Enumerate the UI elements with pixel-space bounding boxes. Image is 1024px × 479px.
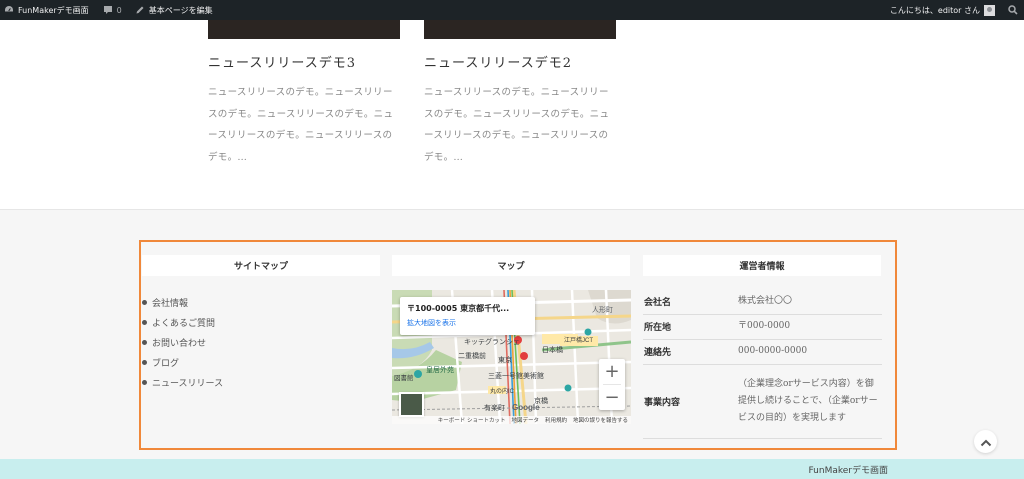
operator-info-table: 会社名 株式会社〇〇 所在地 〒000-0000 連絡先 000-0000-00… <box>643 289 882 439</box>
sitemap-item[interactable]: ニュースリリース <box>142 372 223 392</box>
map-address: 〒100-0005 東京都千代... <box>407 304 510 313</box>
admin-search-button[interactable] <box>1000 0 1024 20</box>
comment-icon <box>103 5 113 15</box>
info-key: 連絡先 <box>643 339 733 365</box>
map-label: 江戸橋JCT <box>564 336 593 344</box>
map-label: 東京 <box>498 355 512 364</box>
info-key: 会社名 <box>643 289 733 315</box>
news-excerpt: ニュースリリースのデモ。ニュースリリースのデモ。ニュースリリースのデモ。ニュース… <box>208 87 394 163</box>
chevron-up-icon <box>980 432 992 451</box>
zoom-in-button[interactable]: + <box>599 359 625 384</box>
greeting-text: こんにちは、editor さん <box>889 5 980 15</box>
admin-site-name: FunMakerデモ画面 <box>18 5 89 15</box>
news-thumbnail[interactable] <box>424 20 616 39</box>
news-card[interactable]: ニュースリリースデモ2 ニュースリリースのデモ。ニュースリリースのデモ。ニュース… <box>424 20 616 168</box>
sitemap-item[interactable]: ブログ <box>142 352 223 372</box>
enlarge-map-link[interactable]: 拡大地図を表示 <box>407 318 528 328</box>
sitemap-item-label[interactable]: ブログ <box>152 356 179 369</box>
map-label: キッテグランシェ <box>464 337 520 346</box>
map-label: 三菱一号館美術館 <box>488 371 544 380</box>
bullet-icon <box>142 379 147 385</box>
sitemap-heading: サイトマップ <box>142 255 380 276</box>
dashboard-icon <box>4 5 14 15</box>
info-row: 会社名 株式会社〇〇 <box>643 289 882 315</box>
keyboard-shortcuts-link[interactable]: キーボード ショートカット <box>438 416 506 424</box>
back-to-top-button[interactable] <box>974 430 997 453</box>
info-value: 〒000-0000 <box>733 314 882 340</box>
info-value: 000-0000-0000 <box>733 339 882 365</box>
map-zoom-controls: + − <box>599 359 625 410</box>
sitemap-item-label[interactable]: お問い合わせ <box>152 336 206 349</box>
satellite-toggle-button[interactable] <box>399 392 424 417</box>
map-label: 図書館 <box>394 373 414 382</box>
terms-link[interactable]: 利用規約 <box>545 416 567 424</box>
search-icon <box>1008 5 1018 15</box>
sitemap-item-label[interactable]: 会社情報 <box>152 296 188 309</box>
sitemap-item-label[interactable]: よくあるご質問 <box>152 316 215 329</box>
info-row: 連絡先 000-0000-0000 <box>643 339 882 365</box>
map-data-label: 地図データ <box>511 418 539 424</box>
map-attribution: キーボード ショートカット 地図データ 利用規約 地図の誤りを報告する <box>392 416 631 424</box>
pencil-icon <box>135 5 145 15</box>
info-value: （企業理念orサービス内容）を御提供し続けることで、（企業orサービスの目的）を… <box>733 364 882 439</box>
avatar <box>984 4 995 16</box>
news-thumbnail[interactable] <box>208 20 400 39</box>
bullet-icon <box>142 319 147 325</box>
map-label: 有楽町 <box>484 403 505 412</box>
map-label: 人形町 <box>592 306 613 314</box>
info-value: 株式会社〇〇 <box>733 289 882 315</box>
sitemap-item[interactable]: 会社情報 <box>142 292 223 312</box>
map-label: 丸の内IC <box>490 387 515 395</box>
zoom-out-button[interactable]: − <box>599 385 625 410</box>
sitemap-list: 会社情報 よくあるご質問 お問い合わせ ブログ ニュースリリース <box>142 292 223 392</box>
info-row: 所在地 〒000-0000 <box>643 314 882 340</box>
map-label: 二重橋前 <box>458 351 486 360</box>
bullet-icon <box>142 299 147 305</box>
admin-comments-link[interactable]: 0 <box>98 0 127 20</box>
admin-account-menu[interactable]: こんにちは、editor さん <box>885 0 1000 20</box>
report-error-link[interactable]: 地図の誤りを報告する <box>573 416 628 424</box>
edit-page-label: 基本ページを編集 <box>148 5 213 15</box>
info-key: 事業内容 <box>643 364 733 439</box>
map-info-card: 〒100-0005 東京都千代... 拡大地図を表示 <box>400 297 535 335</box>
info-row: 事業内容 （企業理念orサービス内容）を御提供し続けることで、（企業orサービス… <box>643 364 882 439</box>
news-excerpt: ニュースリリースのデモ。ニュースリリースのデモ。ニュースリリースのデモ。ニュース… <box>424 87 610 163</box>
map-label: 皇居外苑 <box>426 365 454 374</box>
google-logo: Google <box>512 403 540 412</box>
copyright-text: FunMakerデモ画面 <box>808 466 888 476</box>
admin-edit-link[interactable]: 基本ページを編集 <box>130 0 218 20</box>
sitemap-item[interactable]: よくあるご質問 <box>142 312 223 332</box>
bullet-icon <box>142 359 147 365</box>
map-label: 日本橋 <box>542 345 563 354</box>
news-card[interactable]: ニュースリリースデモ3 ニュースリリースのデモ。ニュースリリースのデモ。ニュース… <box>208 20 400 168</box>
sitemap-item-label[interactable]: ニュースリリース <box>152 376 223 389</box>
bullet-icon <box>142 339 147 345</box>
operator-heading: 運営者情報 <box>643 255 881 276</box>
admin-site-link[interactable]: FunMakerデモ画面 <box>0 0 94 20</box>
news-title[interactable]: ニュースリリースデモ2 <box>424 52 616 71</box>
sitemap-item[interactable]: お問い合わせ <box>142 332 223 352</box>
comments-count: 0 <box>116 5 122 15</box>
news-title[interactable]: ニュースリリースデモ3 <box>208 52 400 71</box>
info-key: 所在地 <box>643 314 733 340</box>
admin-bar: FunMakerデモ画面 0 基本ページを編集 こんにちは、editor さん <box>0 0 1024 20</box>
map-heading: マップ <box>392 255 630 276</box>
